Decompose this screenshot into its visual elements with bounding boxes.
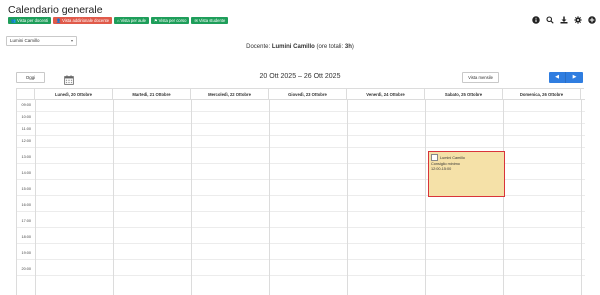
- week-grid: Lunedì, 20 Ottobre Martedì, 21 Ottobre M…: [16, 88, 585, 295]
- column-divider: [113, 100, 114, 295]
- home-icon: ⌂: [117, 18, 120, 23]
- hour-label: 18:00: [21, 235, 31, 239]
- view-student-button[interactable]: ✉ Vista studente: [191, 17, 229, 24]
- total-hours-value: 3h: [344, 44, 352, 50]
- day-header-wednesday: Mercoledì, 22 Ottobre: [191, 89, 269, 99]
- teacher-avatar-icon: [431, 154, 438, 161]
- hour-label: 13:00: [21, 155, 31, 159]
- column-divider: [425, 100, 426, 295]
- hour-label: 15:00: [21, 187, 31, 191]
- column-divider: [191, 100, 192, 295]
- hour-row[interactable]: 17:00: [17, 216, 585, 228]
- total-hours-prefix: (ore totali:: [316, 44, 344, 50]
- docente-prefix: Docente:: [246, 44, 271, 50]
- column-divider: [35, 100, 36, 295]
- event-header: Lumini Camillo: [431, 154, 502, 161]
- view-by-rooms-button[interactable]: ⌂ Vista per aule: [114, 17, 149, 24]
- view-by-rooms-label: Vista per aule: [120, 18, 146, 23]
- hour-label: 11:00: [21, 127, 31, 131]
- day-header-friday: Venerdì, 24 Ottobre: [347, 89, 425, 99]
- calendar-toolbar: Oggi 20 Ott 2025 – 26 Ott 2025 Vista men…: [16, 72, 584, 85]
- grid-header: Lunedì, 20 Ottobre Martedì, 21 Ottobre M…: [17, 89, 585, 100]
- day-header-monday: Lunedì, 20 Ottobre: [35, 89, 113, 99]
- search-icon[interactable]: [545, 15, 554, 24]
- day-header-thursday: Giovedì, 23 Ottobre: [269, 89, 347, 99]
- view-student-label: Vista studente: [198, 18, 226, 23]
- hour-row[interactable]: 18:00: [17, 232, 585, 244]
- hour-label: 12:00: [21, 139, 31, 143]
- users-icon: 👥: [11, 18, 16, 23]
- hour-row[interactable]: 16:00: [17, 200, 585, 212]
- view-additional-teacher-button[interactable]: 👤 Vista addirionale docente: [53, 17, 113, 24]
- hour-label: 20:00: [21, 267, 31, 271]
- gear-icon[interactable]: [573, 15, 582, 24]
- total-hours-suffix: ): [351, 44, 354, 50]
- docente-name: Lumini Camillo: [271, 44, 315, 50]
- hour-row[interactable]: 20:00: [17, 264, 585, 276]
- column-divider: [581, 100, 582, 295]
- hour-label: 16:00: [21, 203, 31, 207]
- chat-icon: ✉: [194, 18, 198, 23]
- hour-row[interactable]: 09:00: [17, 100, 585, 112]
- view-buttons: 👥 Vista per docenti 👤 Vista addirionale …: [8, 17, 229, 24]
- hour-row[interactable]: 10:00: [17, 112, 585, 124]
- day-header-sunday: Domenica, 26 Ottobre: [503, 89, 581, 99]
- hour-label: 17:00: [21, 219, 31, 223]
- day-header-saturday: Sabato, 25 Ottobre: [425, 89, 503, 99]
- download-icon[interactable]: [559, 15, 568, 24]
- hour-label: 10:00: [21, 115, 31, 119]
- hour-label: 19:00: [21, 251, 31, 255]
- view-by-teachers-button[interactable]: 👥 Vista per docenti: [8, 17, 52, 24]
- hour-row[interactable]: 12:00: [17, 136, 585, 148]
- next-week-button[interactable]: ▶: [566, 72, 583, 83]
- teacher-select-value: Lumini Camillo: [10, 38, 40, 43]
- docente-summary: Docente: Lumini Camillo (ore totali: 3h): [0, 44, 600, 50]
- view-additional-teacher-label: Vista addirionale docente: [62, 18, 110, 23]
- hour-label: 09:00: [21, 103, 31, 107]
- event-description: Consiglio minimo 12:00-15:00: [431, 162, 502, 171]
- day-header-tuesday: Martedì, 21 Ottobre: [113, 89, 191, 99]
- event-teacher: Lumini Camillo: [440, 155, 465, 160]
- month-view-button[interactable]: Vista mensile: [462, 72, 499, 83]
- column-divider: [347, 100, 348, 295]
- view-by-teachers-label: Vista per docenti: [16, 18, 49, 23]
- prev-week-button[interactable]: ◀: [549, 72, 566, 83]
- page-title: Calendario generale: [8, 4, 103, 16]
- info-icon[interactable]: [531, 15, 540, 24]
- plus-circle-icon[interactable]: [587, 15, 596, 24]
- sitemap-icon: ⚑: [154, 18, 158, 23]
- column-divider: [269, 100, 270, 295]
- user-icon: 👤: [56, 18, 62, 23]
- time-gutter-header: [17, 89, 35, 100]
- top-icons: [531, 15, 596, 24]
- hour-label: 14:00: [21, 171, 31, 175]
- week-nav: ◀ ▶: [549, 72, 583, 83]
- view-by-course-button[interactable]: ⚑ Vista per corso: [151, 17, 190, 24]
- column-divider: [503, 100, 504, 295]
- grid-body: 09:00 10:00 11:00 12:00 13:00 14:00 15:0…: [17, 100, 585, 295]
- view-by-course-label: Vista per corso: [158, 18, 187, 23]
- hour-row[interactable]: 19:00: [17, 248, 585, 260]
- calendar-event[interactable]: Lumini Camillo Consiglio minimo 12:00-15…: [428, 151, 505, 197]
- event-time: 12:00-15:00: [431, 166, 452, 171]
- hour-row[interactable]: 11:00: [17, 124, 585, 136]
